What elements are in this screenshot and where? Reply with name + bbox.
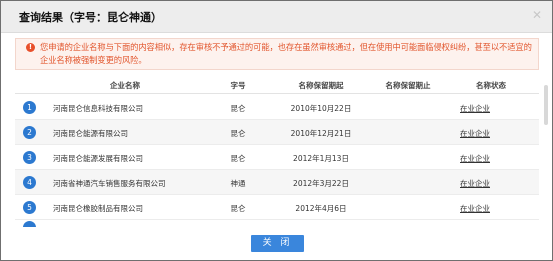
table-row: 5 河南昆仑橡胶制品有限公司 昆仑 2012年4月6日 在业企业: [15, 195, 539, 220]
zihao: 昆仑: [230, 204, 246, 213]
start-date: 2010年10月22日: [290, 104, 352, 113]
query-result-dialog: 查询结果（字号：昆仑神通） ✕ ! 您申请的企业名称与下面的内容相似，存在审核不…: [0, 0, 553, 261]
table-row: 1 河南昆仑信息科技有限公司 昆仑 2010年10月22日 在业企业: [15, 95, 539, 120]
company-name: 河南昆仑橡胶制品有限公司: [53, 204, 143, 213]
table-row: 3 河南昆仑能源发展有限公司 昆仑 2012年1月13日 在业企业: [15, 145, 539, 170]
row-number: 4: [23, 176, 36, 189]
header-company-name: 企业名称: [110, 81, 140, 90]
start-date: 2012年4月6日: [295, 204, 347, 213]
zihao: 昆仑: [230, 104, 246, 113]
row-number: 2: [23, 126, 36, 139]
company-name: 河南昆仑信息科技有限公司: [53, 104, 143, 113]
start-date: 2012年1月13日: [293, 154, 349, 163]
zihao: 昆仑: [230, 129, 246, 138]
start-date: 2012年3月22日: [293, 179, 349, 188]
status-link[interactable]: 在业企业: [460, 103, 490, 114]
company-name: 河南省神通汽车销售服务有限公司: [53, 179, 166, 188]
company-name: 河南昆仑能源发展有限公司: [53, 154, 143, 163]
exclamation-icon: !: [26, 43, 35, 52]
header-end: 名称保留期止: [385, 81, 431, 90]
table-scrollbar[interactable]: [544, 85, 548, 125]
status-link[interactable]: 在业企业: [460, 178, 490, 189]
dialog-title: 查询结果（字号：昆仑神通）: [19, 11, 162, 24]
header-zihao: 字号: [230, 81, 246, 90]
status-link[interactable]: 在业企业: [460, 128, 490, 139]
company-name: 河南昆仑能源有限公司: [53, 129, 128, 138]
warning-box: ! 您申请的企业名称与下面的内容相似，存在审核不予通过的可能，也存在虽然审核通过…: [15, 38, 539, 70]
close-icon[interactable]: ✕: [532, 8, 542, 22]
start-date: 2010年12月21日: [290, 129, 352, 138]
table-header: 企业名称 字号 名称保留期起 名称保留期止 名称状态: [15, 76, 539, 94]
warning-text: 您申请的企业名称与下面的内容相似，存在审核不予通过的可能，也存在虽然审核通过，但…: [40, 42, 532, 65]
row-number: 1: [23, 101, 36, 114]
dialog-titlebar: 查询结果（字号：昆仑神通） ✕: [1, 1, 552, 33]
zihao: 神通: [230, 179, 246, 188]
row-number: [23, 221, 36, 227]
status-link[interactable]: 在业企业: [460, 203, 490, 214]
close-button[interactable]: 关 闭: [251, 235, 304, 252]
header-status: 名称状态: [476, 81, 506, 90]
zihao: 昆仑: [230, 154, 246, 163]
row-number: 3: [23, 151, 36, 164]
table-row: 2 河南昆仑能源有限公司 昆仑 2010年12月21日 在业企业: [15, 120, 539, 145]
status-link[interactable]: 在业企业: [460, 153, 490, 164]
row-number: 5: [23, 201, 36, 214]
table-row-partial: [15, 221, 539, 227]
table-row: 4 河南省神通汽车销售服务有限公司 神通 2012年3月22日 在业企业: [15, 170, 539, 195]
header-start: 名称保留期起: [298, 81, 344, 90]
